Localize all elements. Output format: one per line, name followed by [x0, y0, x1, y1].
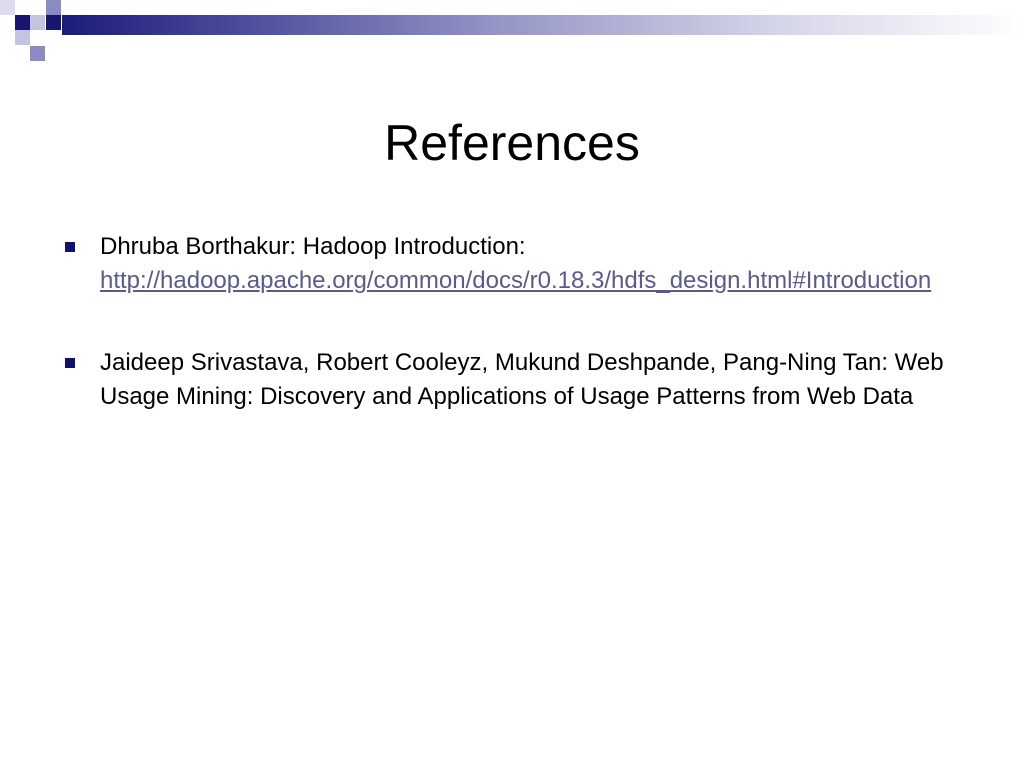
reference-link[interactable]: http://hadoop.apache.org/common/docs/r0.… [100, 267, 931, 294]
slide-title: References [384, 114, 640, 171]
decor-square [46, 15, 61, 30]
bullet-square-icon [65, 242, 75, 252]
decor-square [30, 46, 45, 61]
reference-item: Jaideep Srivastava, Robert Cooleyz, Muku… [62, 346, 972, 414]
decor-square [46, 0, 61, 15]
slide: References Dhruba Borthakur: Hadoop Intr… [0, 0, 1024, 768]
references-list: Dhruba Borthakur: Hadoop Introduction: h… [62, 230, 972, 462]
header-gradient-band [62, 15, 1024, 35]
reference-item: Dhruba Borthakur: Hadoop Introduction: h… [62, 230, 972, 298]
reference-text: Dhruba Borthakur: Hadoop Introduction: [100, 233, 526, 260]
decor-square [0, 0, 15, 15]
bullet-square-icon [65, 358, 75, 368]
decor-square [15, 15, 30, 30]
reference-text: Jaideep Srivastava, Robert Cooleyz, Muku… [100, 349, 944, 410]
decor-square [30, 15, 45, 30]
decor-square [15, 30, 30, 45]
